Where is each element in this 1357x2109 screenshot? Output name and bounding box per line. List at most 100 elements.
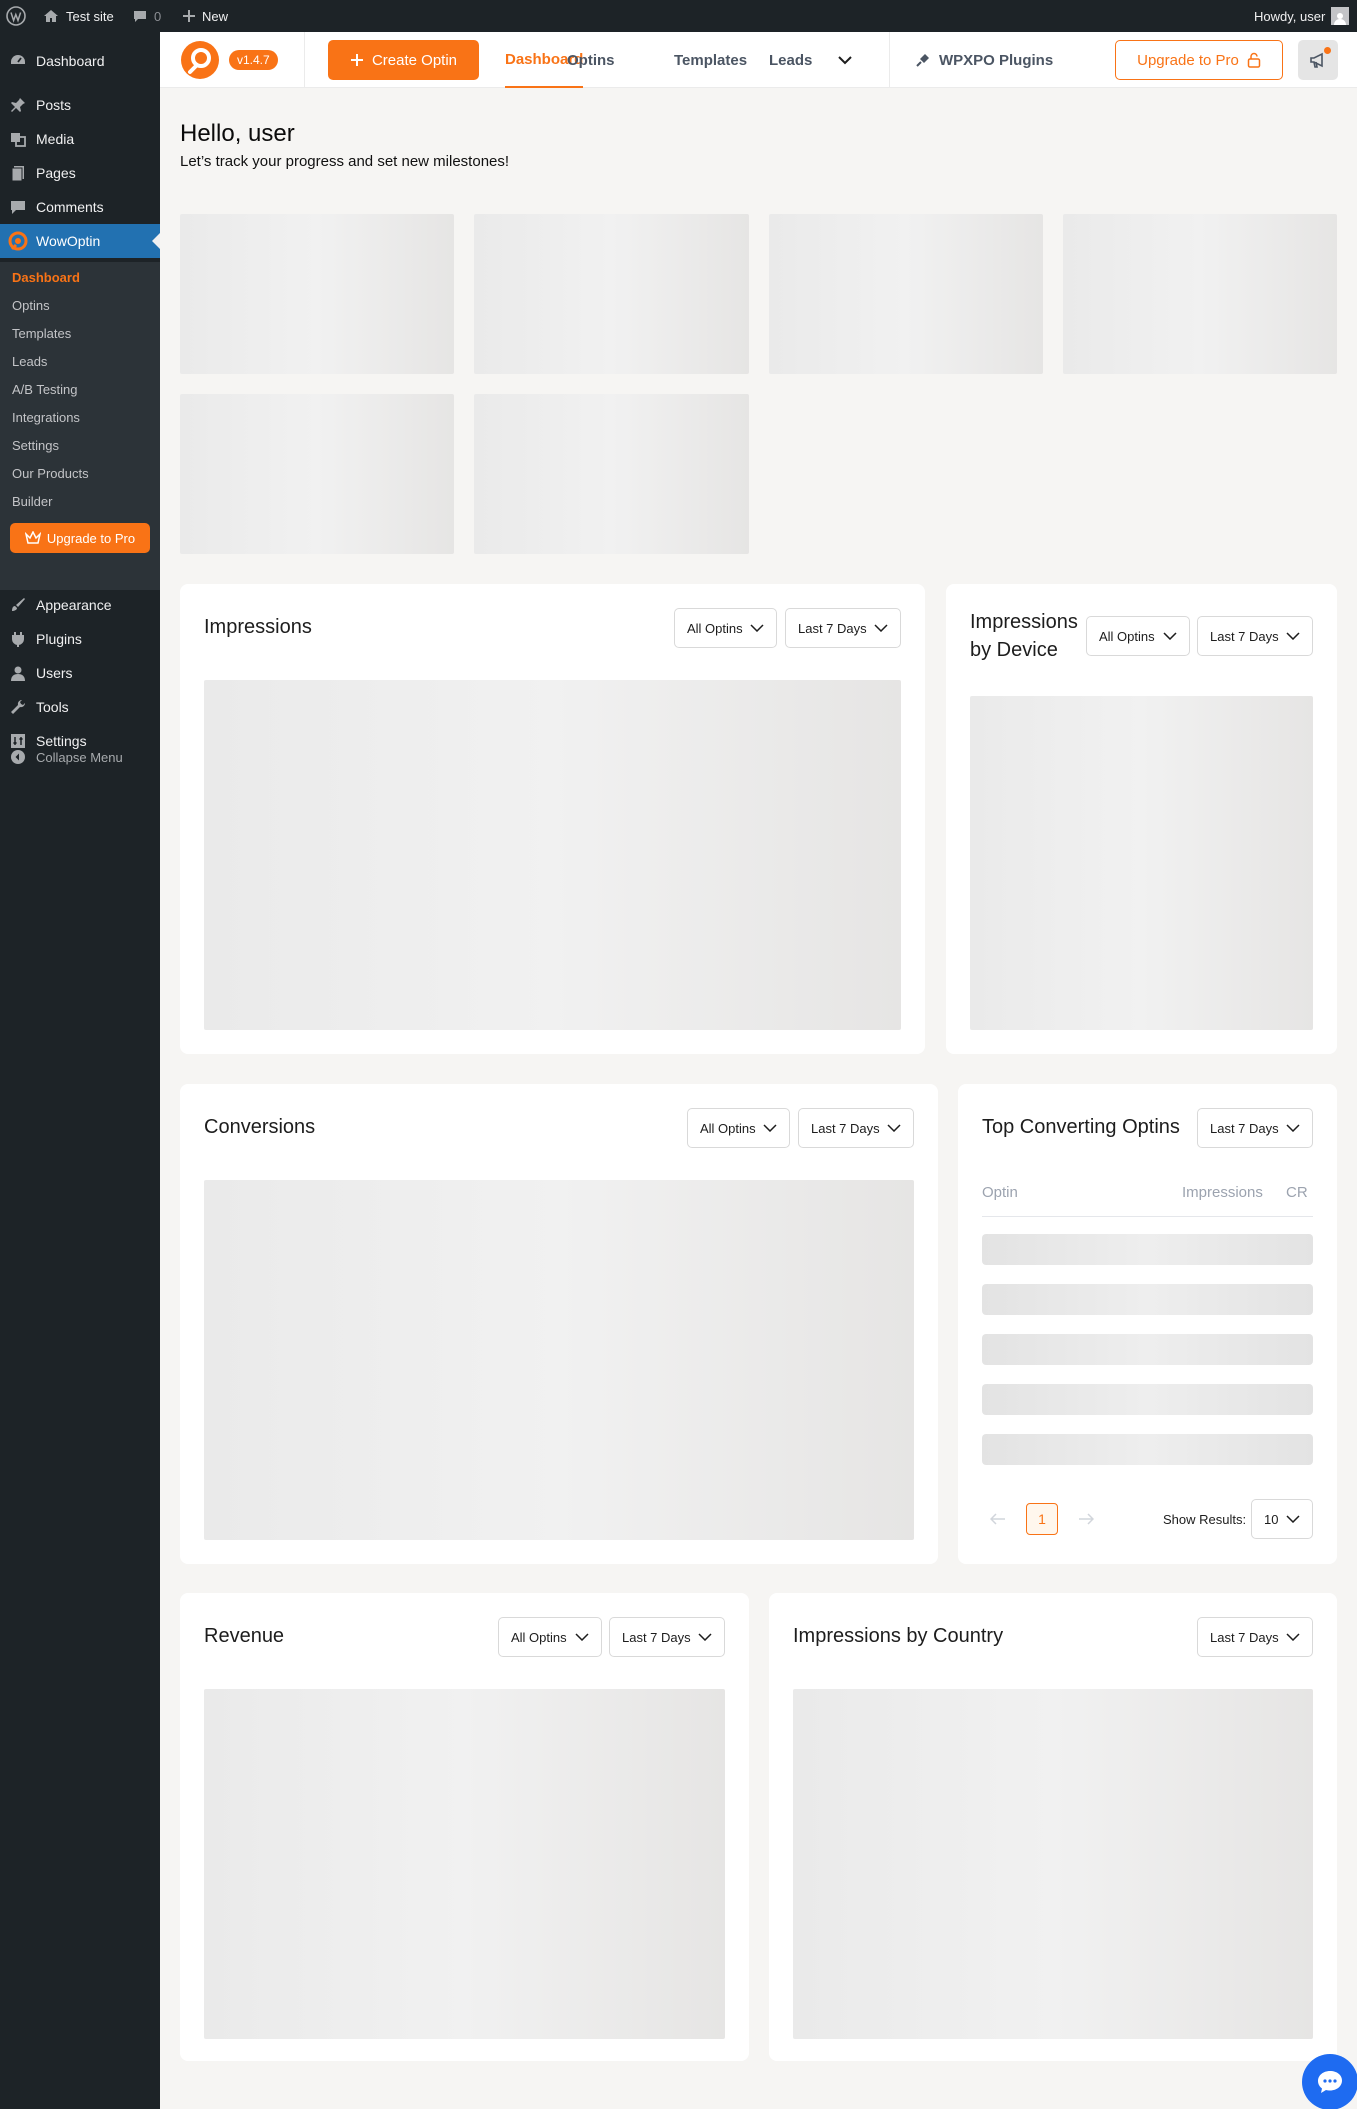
submenu-builder[interactable]: Builder [12, 494, 52, 510]
comment-icon [0, 198, 36, 216]
menu-label: Plugins [36, 631, 82, 647]
pin-icon [0, 96, 36, 114]
admin-bar: Test site 0 New Howdy, user [0, 0, 1357, 32]
stat-card-skeleton [474, 394, 749, 554]
chat-widget-button[interactable] [1302, 2054, 1357, 2109]
plugin-top-nav: v1.4.7 Create Optin Dashboard Optins Tem… [160, 32, 1357, 88]
crown-icon [24, 531, 41, 544]
dropdown-value: Last 7 Days [798, 620, 867, 636]
submenu-integrations[interactable]: Integrations [12, 410, 80, 426]
map-skeleton [793, 1689, 1313, 2039]
chevron-down-icon [1286, 1515, 1300, 1523]
chart-skeleton [204, 1689, 725, 2039]
new-label: New [202, 8, 229, 24]
chat-icon [1318, 2071, 1342, 2093]
date-range-dropdown[interactable]: Last 7 Days [1197, 1108, 1313, 1148]
user-icon [0, 664, 36, 682]
chevron-down-icon [698, 1633, 712, 1641]
wpxpo-label: WPXPO Plugins [939, 51, 1054, 69]
chevron-down-icon [763, 1124, 777, 1132]
wpxpo-plugins-link[interactable]: WPXPO Plugins [915, 32, 1053, 88]
date-range-dropdown[interactable]: Last 7 Days [1197, 1617, 1313, 1657]
date-range-dropdown[interactable]: Last 7 Days [785, 608, 901, 648]
date-range-dropdown[interactable]: Last 7 Days [1197, 616, 1313, 656]
conversions-card: Conversions All Optins Last 7 Days [180, 1084, 938, 1564]
more-tabs-chevron-icon[interactable] [837, 32, 853, 88]
site-name-link[interactable]: Test site [42, 0, 114, 32]
menu-item-media[interactable]: Media [0, 122, 160, 156]
new-content-link[interactable]: New [182, 0, 228, 32]
tab-leads[interactable]: Leads [769, 32, 812, 88]
table-row-skeleton [982, 1384, 1313, 1415]
chart-skeleton [204, 1180, 914, 1540]
card-title: Revenue [204, 1625, 285, 1647]
version-badge: v1.4.7 [229, 50, 278, 70]
tab-templates[interactable]: Templates [674, 32, 747, 88]
wordpress-logo-icon[interactable] [6, 0, 26, 32]
account-menu[interactable]: Howdy, user [1254, 0, 1350, 32]
wowoptin-logo-icon[interactable] [181, 41, 219, 79]
menu-item-appearance[interactable]: Appearance [0, 588, 160, 622]
page-number-button[interactable]: 1 [1026, 1503, 1058, 1535]
date-range-dropdown[interactable]: Last 7 Days [798, 1108, 914, 1148]
title-line: Impressions [970, 611, 1078, 633]
notification-dot [1324, 47, 1331, 54]
unlock-icon [1247, 52, 1261, 68]
optins-filter-dropdown[interactable]: All Optins [1086, 616, 1190, 656]
optins-filter-dropdown[interactable]: All Optins [498, 1617, 602, 1657]
stat-card-skeleton [769, 214, 1043, 374]
collapse-menu-button[interactable]: Collapse Menu [0, 740, 160, 774]
menu-item-users[interactable]: Users [0, 656, 160, 690]
submenu-our-products[interactable]: Our Products [12, 466, 89, 482]
dropdown-value: Last 7 Days [1210, 1629, 1279, 1645]
tab-optins[interactable]: Optins [567, 32, 615, 88]
menu-label: Dashboard [36, 53, 105, 69]
dropdown-value: All Optins [700, 1120, 756, 1136]
upgrade-to-pro-button[interactable]: Upgrade to Pro [1115, 40, 1283, 80]
avatar [1331, 7, 1350, 25]
menu-item-plugins[interactable]: Plugins [0, 622, 160, 656]
submenu-ab-testing[interactable]: A/B Testing [12, 382, 78, 398]
title-line: by Device [970, 639, 1058, 661]
submenu-optins[interactable]: Optins [12, 298, 50, 314]
menu-label: Appearance [36, 597, 112, 613]
pages-icon [0, 164, 36, 182]
table-row-skeleton [982, 1434, 1313, 1465]
date-range-dropdown[interactable]: Last 7 Days [609, 1617, 725, 1657]
menu-label: Tools [36, 699, 69, 715]
sidebar-upgrade-button[interactable]: Upgrade to Pro [10, 523, 150, 553]
optins-filter-dropdown[interactable]: All Optins [674, 608, 777, 648]
announcements-button[interactable] [1298, 40, 1338, 80]
chart-skeleton [204, 680, 901, 1030]
menu-item-comments[interactable]: Comments [0, 190, 160, 224]
media-icon [0, 130, 36, 148]
dropdown-value: Last 7 Days [1210, 628, 1279, 644]
nav-divider [304, 32, 305, 88]
column-header-cr: CR [1286, 1184, 1308, 1201]
comment-bubble-icon [134, 11, 146, 22]
plug-icon [0, 630, 36, 648]
menu-item-pages[interactable]: Pages [0, 156, 160, 190]
results-per-page-dropdown[interactable]: 10 [1251, 1499, 1313, 1539]
brush-icon [0, 596, 36, 614]
menu-item-wowoptin[interactable]: WowOptin [0, 224, 160, 258]
submenu-dashboard[interactable]: Dashboard [12, 270, 80, 286]
create-optin-button[interactable]: Create Optin [328, 40, 479, 80]
menu-item-tools[interactable]: Tools [0, 690, 160, 724]
revenue-card: Revenue All Optins Last 7 Days [180, 1593, 749, 2061]
comments-link[interactable]: 0 [132, 0, 161, 32]
menu-label: Users [36, 665, 73, 681]
menu-item-posts[interactable]: Posts [0, 88, 160, 122]
page-subtitle: Let’s track your progress and set new mi… [180, 153, 510, 170]
menu-item-dashboard[interactable]: Dashboard [0, 44, 160, 78]
submenu-settings[interactable]: Settings [12, 438, 59, 454]
prev-page-button[interactable] [982, 1503, 1014, 1535]
submenu-templates[interactable]: Templates [12, 326, 71, 342]
next-page-button[interactable] [1070, 1503, 1102, 1535]
impressions-by-device-card: Impressions by Device All Optins Last 7 … [946, 584, 1337, 1054]
optins-filter-dropdown[interactable]: All Optins [687, 1108, 790, 1148]
nav-divider [889, 32, 890, 88]
arrow-left-icon [990, 1513, 1005, 1525]
dropdown-value: 10 [1264, 1511, 1279, 1527]
submenu-leads[interactable]: Leads [12, 354, 47, 370]
